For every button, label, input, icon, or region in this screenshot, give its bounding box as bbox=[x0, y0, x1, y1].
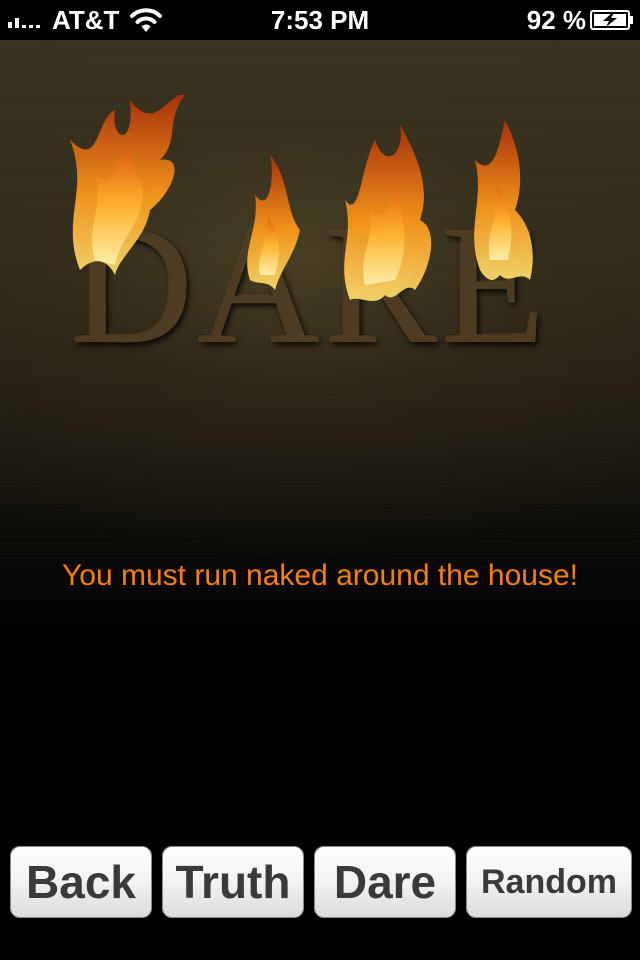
truth-button[interactable]: Truth bbox=[162, 846, 304, 918]
battery-percentage: 92 % bbox=[526, 5, 586, 35]
dare-logo: DARE bbox=[60, 80, 580, 370]
flame-icon bbox=[70, 94, 533, 301]
status-bar: AT&T 7:53 PM 92 % bbox=[0, 0, 640, 40]
dare-message: You must run naked around the house! bbox=[62, 559, 578, 592]
app-screen: AT&T 7:53 PM 92 % DARE You must run nake… bbox=[0, 0, 640, 960]
random-button[interactable]: Random bbox=[466, 846, 632, 918]
battery-charging-icon bbox=[590, 10, 633, 30]
dare-button[interactable]: Dare bbox=[314, 846, 456, 918]
back-button[interactable]: Back bbox=[10, 846, 152, 918]
button-bar: Back Truth Dare Random bbox=[0, 846, 640, 920]
